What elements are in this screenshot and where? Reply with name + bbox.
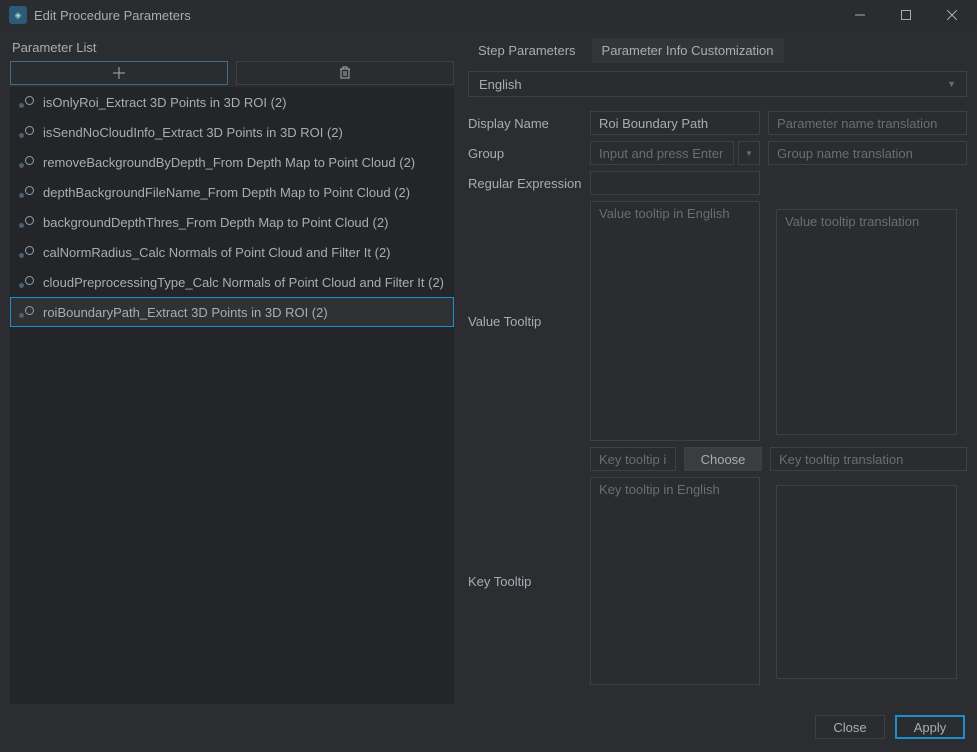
parameter-label: isOnlyRoi_Extract 3D Points in 3D ROI (2… <box>43 95 286 110</box>
display-name-label: Display Name <box>468 111 582 135</box>
parameter-row[interactable]: cloudPreprocessingType_Calc Normals of P… <box>10 267 454 297</box>
parameter-icon <box>17 214 35 230</box>
parameter-row[interactable]: removeBackgroundByDepth_From Depth Map t… <box>10 147 454 177</box>
display-name-row: Display Name <box>468 111 967 135</box>
parameter-row[interactable]: roiBoundaryPath_Extract 3D Points in 3D … <box>10 297 454 327</box>
regex-input[interactable] <box>590 171 760 195</box>
parameter-icon <box>17 94 35 110</box>
regex-row: Regular Expression <box>468 171 967 195</box>
group-input[interactable] <box>590 141 734 165</box>
form: Display Name Group ▼ <box>468 111 967 704</box>
tab-parameter-info-customization[interactable]: Parameter Info Customization <box>592 38 784 63</box>
chevron-down-icon: ▼ <box>745 149 753 158</box>
parameter-label: backgroundDepthThres_From Depth Map to P… <box>43 215 388 230</box>
tab-step-parameters[interactable]: Step Parameters <box>468 38 586 63</box>
minimize-button[interactable] <box>837 0 883 30</box>
value-tooltip-translation-input[interactable] <box>776 209 957 435</box>
parameter-row[interactable]: backgroundDepthThres_From Depth Map to P… <box>10 207 454 237</box>
close-icon <box>947 10 957 20</box>
regex-label: Regular Expression <box>468 171 582 195</box>
group-translation-input[interactable] <box>768 141 967 165</box>
parameter-icon <box>17 184 35 200</box>
list-toolbar <box>10 61 454 85</box>
parameter-label: depthBackgroundFileName_From Depth Map t… <box>43 185 410 200</box>
close-button[interactable] <box>929 0 975 30</box>
value-tooltip-label: Value Tooltip <box>468 201 582 441</box>
titlebar: ◈ Edit Procedure Parameters <box>0 0 977 30</box>
parameter-label: calNormRadius_Calc Normals of Point Clou… <box>43 245 391 260</box>
parameter-icon <box>17 274 35 290</box>
delete-parameter-button[interactable] <box>236 61 454 85</box>
parameter-row[interactable]: calNormRadius_Calc Normals of Point Clou… <box>10 237 454 267</box>
parameter-label: isSendNoCloudInfo_Extract 3D Points in 3… <box>43 125 343 140</box>
app-icon: ◈ <box>9 6 27 24</box>
chevron-down-icon: ▼ <box>947 79 956 89</box>
minimize-icon <box>855 10 865 20</box>
parameter-row[interactable]: depthBackgroundFileName_From Depth Map t… <box>10 177 454 207</box>
parameter-row[interactable]: isOnlyRoi_Extract 3D Points in 3D ROI (2… <box>10 87 454 117</box>
parameter-list-label: Parameter List <box>10 36 454 61</box>
key-tooltip-label: Key Tooltip <box>468 477 582 685</box>
parameter-label: removeBackgroundByDepth_From Depth Map t… <box>43 155 415 170</box>
language-select[interactable]: English ▼ <box>468 71 967 97</box>
key-tooltip-en-input[interactable] <box>590 477 760 685</box>
maximize-icon <box>901 10 911 20</box>
key-tooltip-icon-input[interactable] <box>590 447 676 471</box>
body: Parameter List isOnlyRoi_Extract 3D Poin… <box>0 30 977 710</box>
display-name-translation-input[interactable] <box>768 111 967 135</box>
parameter-label: roiBoundaryPath_Extract 3D Points in 3D … <box>43 305 328 320</box>
trash-icon <box>339 66 351 80</box>
parameter-row[interactable]: isSendNoCloudInfo_Extract 3D Points in 3… <box>10 117 454 147</box>
maximize-button[interactable] <box>883 0 929 30</box>
apply-button[interactable]: Apply <box>895 715 965 739</box>
left-panel: Parameter List isOnlyRoi_Extract 3D Poin… <box>0 30 460 710</box>
plus-icon <box>113 67 125 79</box>
window-title: Edit Procedure Parameters <box>34 8 191 23</box>
parameter-icon <box>17 304 35 320</box>
value-tooltip-row: Value Tooltip <box>468 201 967 441</box>
group-label: Group <box>468 141 582 165</box>
tabs: Step Parameters Parameter Info Customiza… <box>468 38 967 63</box>
add-parameter-button[interactable] <box>10 61 228 85</box>
display-name-input[interactable] <box>590 111 760 135</box>
key-tooltip-row: Key Tooltip <box>468 477 967 685</box>
value-tooltip-en-input[interactable] <box>590 201 760 441</box>
group-dropdown-button[interactable]: ▼ <box>738 141 760 165</box>
group-row: Group ▼ <box>468 141 967 165</box>
parameter-list[interactable]: isOnlyRoi_Extract 3D Points in 3D ROI (2… <box>10 87 454 704</box>
close-dialog-button[interactable]: Close <box>815 715 885 739</box>
parameter-icon <box>17 124 35 140</box>
key-tooltip-translation2-input[interactable] <box>776 485 957 679</box>
parameter-label: cloudPreprocessingType_Calc Normals of P… <box>43 275 444 290</box>
right-panel: Step Parameters Parameter Info Customiza… <box>460 30 977 710</box>
parameter-icon <box>17 244 35 260</box>
key-tooltip-translation-input[interactable] <box>770 447 967 471</box>
key-tooltip-icon-row: Choose <box>468 447 967 471</box>
footer: Close Apply <box>0 710 977 752</box>
window: ◈ Edit Procedure Parameters Parameter Li… <box>0 0 977 752</box>
parameter-icon <box>17 154 35 170</box>
choose-button[interactable]: Choose <box>684 447 762 471</box>
language-value: English <box>479 77 522 92</box>
